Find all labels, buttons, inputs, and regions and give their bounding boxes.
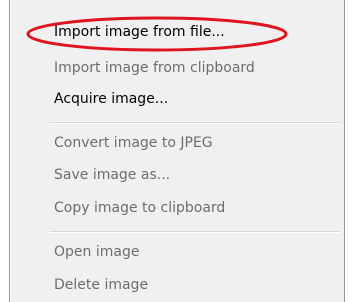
menu-item-convert-image-to-jpeg[interactable]: Convert image to JPEG — [54, 131, 213, 155]
menu-separator — [50, 231, 340, 233]
menu-item-import-image-from-clipboard[interactable]: Import image from clipboard — [54, 56, 255, 80]
menu-item-acquire-image[interactable]: Acquire image... — [54, 87, 168, 111]
menu-item-save-image-as[interactable]: Save image as... — [54, 163, 170, 187]
menu-separator — [50, 122, 340, 124]
page: Import image from file... Import image f… — [0, 0, 355, 302]
context-menu: Import image from file... Import image f… — [9, 0, 345, 302]
menu-item-copy-image-to-clipboard[interactable]: Copy image to clipboard — [54, 196, 225, 220]
menu-item-open-image[interactable]: Open image — [54, 240, 139, 264]
menu-item-import-image-from-file[interactable]: Import image from file... — [54, 20, 225, 44]
menu-item-delete-image[interactable]: Delete image — [54, 273, 148, 297]
